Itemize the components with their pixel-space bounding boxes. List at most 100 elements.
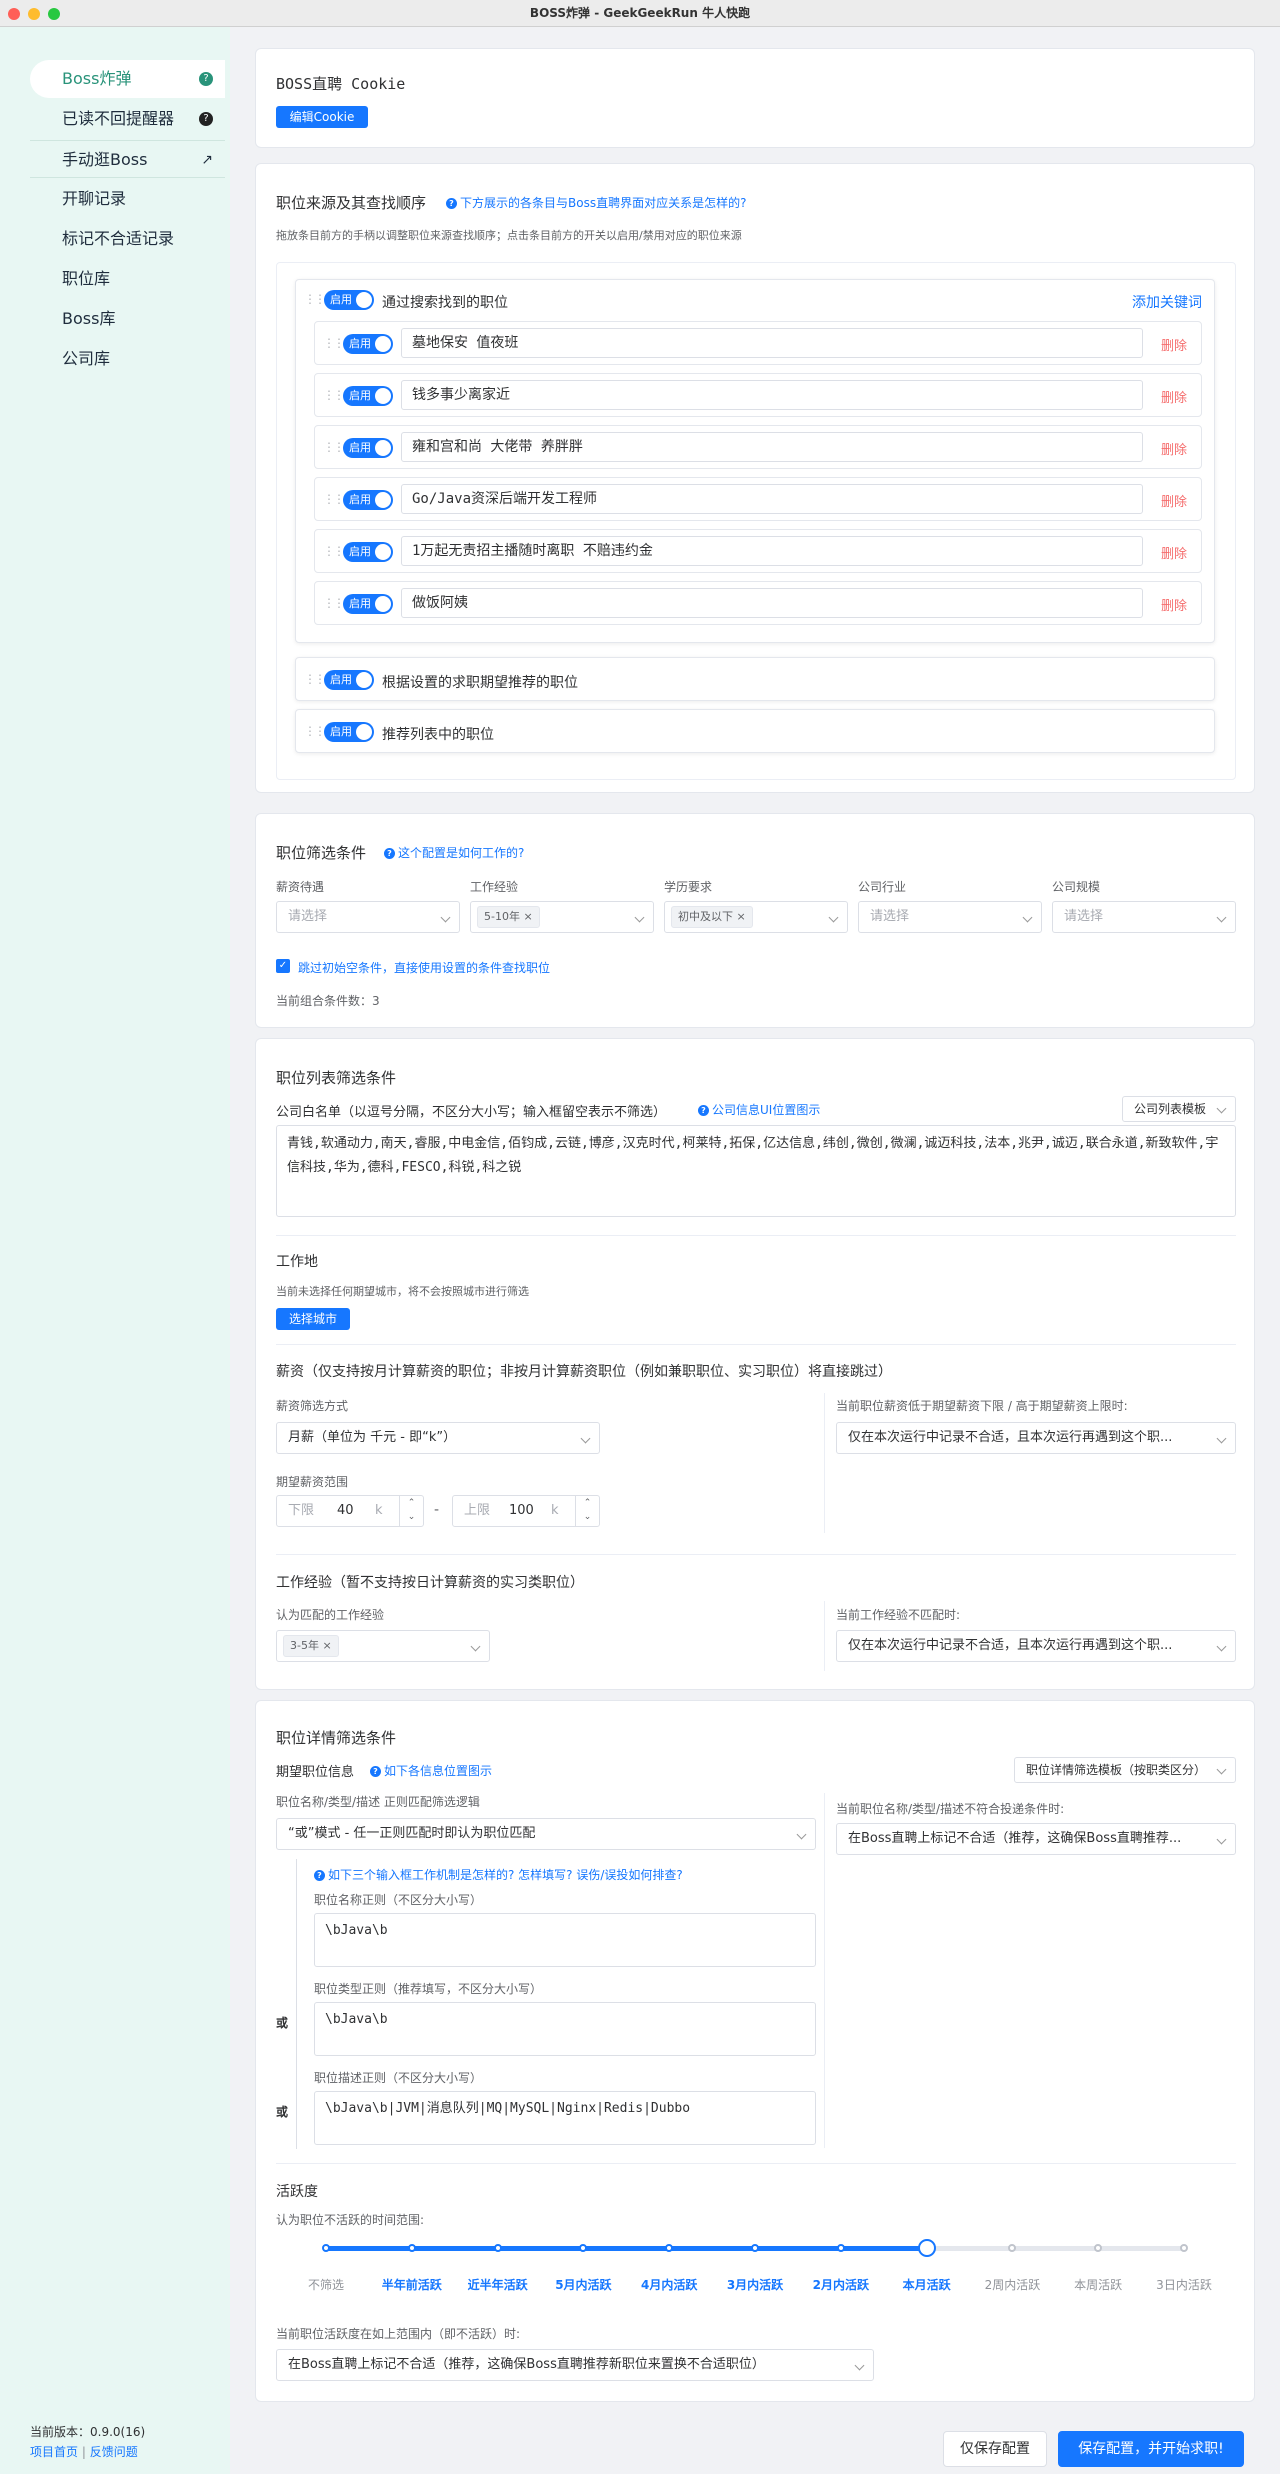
drag-handle-icon[interactable]: ⋮⋮: [304, 724, 326, 738]
choose-city-button[interactable]: 选择城市: [276, 1308, 350, 1330]
type-regex-textarea[interactable]: \bJava\b: [314, 2002, 816, 2056]
slider-level-label[interactable]: 2月内活跃: [813, 2276, 869, 2293]
delete-keyword-button[interactable]: 删除: [1161, 543, 1187, 562]
sidebar-item-read-no-reply[interactable]: 已读不回提醒器 ?: [30, 100, 225, 138]
keyword-toggle[interactable]: 启用: [343, 542, 393, 562]
degree-filter-select[interactable]: 初中及以下 ×: [664, 901, 848, 933]
slider-stop[interactable]: [1008, 2244, 1017, 2252]
slider-stop[interactable]: [665, 2244, 674, 2252]
drag-handle-icon[interactable]: ⋮⋮: [323, 596, 345, 610]
sidebar-item-boss-library[interactable]: Boss库: [30, 300, 225, 338]
slider-level-label[interactable]: 近半年活跃: [468, 2276, 528, 2293]
regex-help-link[interactable]: ? 如下三个输入框工作机制是怎样的? 怎样填写? 误伤/误投如何排查?: [314, 1866, 683, 1883]
salary-lower-stepper[interactable]: ⌃ ⌄: [399, 1496, 423, 1526]
close-window-button[interactable]: [8, 8, 20, 20]
sidebar-item-job-library[interactable]: 职位库: [30, 260, 225, 298]
detail-mismatch-select[interactable]: 在Boss直聘上标记不合适（推荐，这确保Boss直聘推荐...: [836, 1823, 1236, 1855]
save-and-start-button[interactable]: 保存配置，并开始求职!: [1058, 2431, 1244, 2467]
slider-level-label[interactable]: 3日内活跃: [1156, 2276, 1212, 2293]
slider-level-label[interactable]: 4月内活跃: [641, 2276, 697, 2293]
slider-stop[interactable]: [493, 2244, 502, 2252]
minimize-window-button[interactable]: [28, 8, 40, 20]
keyword-toggle[interactable]: 启用: [343, 490, 393, 510]
company-template-select[interactable]: 公司列表模板: [1122, 1096, 1236, 1122]
drag-handle-icon[interactable]: ⋮⋮: [323, 492, 345, 506]
slider-level-label[interactable]: 2周内活跃: [985, 2276, 1041, 2293]
name-regex-textarea[interactable]: \bJava\b: [314, 1913, 816, 1967]
keyword-input[interactable]: 墓地保安 值夜班: [401, 328, 1143, 358]
delete-keyword-button[interactable]: 删除: [1161, 387, 1187, 406]
delete-keyword-button[interactable]: 删除: [1161, 595, 1187, 614]
keyword-input[interactable]: 钱多事少离家近: [401, 380, 1143, 410]
delete-keyword-button[interactable]: 删除: [1161, 439, 1187, 458]
salary-lower-input[interactable]: 下限 40 k ⌃ ⌄: [276, 1495, 424, 1527]
scale-filter-select[interactable]: 请选择: [1052, 901, 1236, 933]
recommend-source-toggle[interactable]: 启用: [324, 722, 374, 742]
filter-help-link[interactable]: ? 这个配置是如何工作的?: [384, 844, 524, 861]
keyword-toggle[interactable]: 启用: [343, 334, 393, 354]
slider-stop[interactable]: [751, 2244, 759, 2252]
sidebar-item-chat-records[interactable]: 开聊记录: [30, 180, 225, 218]
drag-handle-icon[interactable]: ⋮⋮: [323, 336, 345, 350]
help-icon[interactable]: ?: [199, 112, 213, 126]
slider-handle[interactable]: [917, 2239, 936, 2257]
source-help-link[interactable]: ? 下方展示的各条目与Boss直聘界面对应关系是怎样的?: [446, 194, 746, 211]
salary-mismatch-select[interactable]: 仅在本次运行中记录不合适，且本次运行再遇到这个职...: [836, 1422, 1236, 1454]
delete-keyword-button[interactable]: 删除: [1161, 335, 1187, 354]
keyword-toggle[interactable]: 启用: [343, 594, 393, 614]
edit-cookie-button[interactable]: 编辑Cookie: [276, 106, 368, 128]
skip-empty-checkbox[interactable]: ✓: [276, 959, 290, 973]
slider-stop[interactable]: [407, 2244, 416, 2252]
sidebar-item-company-library[interactable]: 公司库: [30, 340, 225, 378]
keyword-toggle[interactable]: 启用: [343, 438, 393, 458]
company-ui-help-link[interactable]: ? 公司信息UI位置图示: [698, 1101, 820, 1118]
drag-handle-icon[interactable]: ⋮⋮: [323, 544, 345, 558]
keyword-toggle[interactable]: 启用: [343, 386, 393, 406]
sidebar-item-unsuitable-records[interactable]: 标记不合适记录: [30, 220, 225, 258]
slider-stop[interactable]: [1094, 2244, 1103, 2252]
work-exp-select[interactable]: 3-5年 ×: [276, 1630, 490, 1662]
sidebar-item-boss-bomb[interactable]: Boss炸弹 ?: [30, 60, 225, 98]
keyword-input[interactable]: 做饭阿姨: [401, 588, 1143, 618]
slider-level-label[interactable]: 本月活跃: [903, 2276, 951, 2293]
sidebar-item-manual-boss[interactable]: 手动逛Boss ↗: [30, 140, 225, 178]
exp-mismatch-select[interactable]: 仅在本次运行中记录不合适，且本次运行再遇到这个职...: [836, 1630, 1236, 1662]
industry-filter-select[interactable]: 请选择: [858, 901, 1042, 933]
drag-handle-icon[interactable]: ⋮⋮: [304, 672, 326, 686]
feedback-link[interactable]: 反馈问题: [90, 2445, 138, 2459]
regex-logic-select[interactable]: “或”模式 - 任一正则匹配时即认为职位匹配: [276, 1818, 816, 1850]
slider-stop[interactable]: [322, 2244, 330, 2252]
help-icon[interactable]: ?: [199, 72, 213, 86]
slider-level-label[interactable]: 5月内活跃: [555, 2276, 611, 2293]
slider-level-label[interactable]: 本周活跃: [1074, 2276, 1122, 2293]
slider-stop[interactable]: [579, 2244, 588, 2252]
salary-upper-input[interactable]: 上限 100 k ⌃ ⌄: [452, 1495, 600, 1527]
drag-handle-icon[interactable]: ⋮⋮: [323, 388, 345, 402]
salary-mode-select[interactable]: 月薪（单位为 千元 - 即“k”）: [276, 1422, 600, 1454]
keyword-input[interactable]: 1万起无责招主播随时离职 不赔违约金: [401, 536, 1143, 566]
salary-upper-stepper[interactable]: ⌃ ⌄: [575, 1496, 599, 1526]
slider-stop[interactable]: [836, 2244, 845, 2252]
experience-filter-select[interactable]: 5-10年 ×: [470, 901, 654, 933]
search-source-toggle[interactable]: 启用: [324, 290, 374, 310]
keyword-input[interactable]: Go/Java资深后端开发工程师: [401, 484, 1143, 514]
project-home-link[interactable]: 项目首页: [30, 2445, 78, 2459]
slider-level-label[interactable]: 3月内活跃: [727, 2276, 783, 2293]
keyword-input[interactable]: 雍和宫和尚 大佬带 养胖胖: [401, 432, 1143, 462]
slider-stop[interactable]: [1180, 2244, 1188, 2252]
detail-template-select[interactable]: 职位详情筛选模板（按职类区分）: [1014, 1757, 1236, 1783]
delete-keyword-button[interactable]: 删除: [1161, 491, 1187, 510]
salary-filter-select[interactable]: 请选择: [276, 901, 460, 933]
zoom-window-button[interactable]: [48, 8, 60, 20]
slider-level-label[interactable]: 半年前活跃: [382, 2276, 442, 2293]
drag-handle-icon[interactable]: ⋮⋮: [304, 292, 326, 306]
position-help-link[interactable]: ? 如下各信息位置图示: [370, 1762, 492, 1779]
save-only-button[interactable]: 仅保存配置: [943, 2431, 1047, 2467]
activity-action-select[interactable]: 在Boss直聘上标记不合适（推荐，这确保Boss直聘推荐新职位来置换不合适职位）: [276, 2349, 874, 2381]
drag-handle-icon[interactable]: ⋮⋮: [323, 440, 345, 454]
slider-level-label[interactable]: 不筛选: [308, 2276, 344, 2293]
expect-source-toggle[interactable]: 启用: [324, 670, 374, 690]
desc-regex-textarea[interactable]: \bJava\b|JVM|消息队列|MQ|MySQL|Nginx|Redis|D…: [314, 2091, 816, 2145]
add-keyword-button[interactable]: 添加关键词: [1132, 292, 1202, 312]
company-whitelist-textarea[interactable]: 青钱,软通动力,南天,睿服,中电金信,佰钧成,云链,博彦,汉克时代,柯莱特,拓保…: [276, 1125, 1236, 1217]
